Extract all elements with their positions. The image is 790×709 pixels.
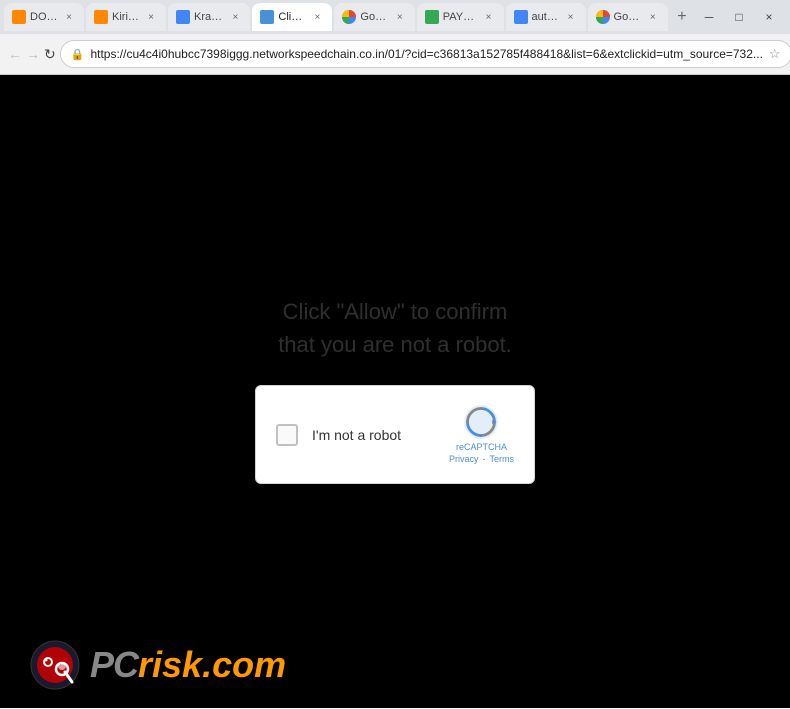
close-button[interactable]: ×: [756, 7, 782, 27]
recaptcha-privacy-link[interactable]: Privacy: [449, 454, 479, 466]
tab-2-close[interactable]: ×: [144, 10, 158, 24]
tab-8[interactable]: Googl... ×: [588, 3, 668, 31]
recaptcha-container: I'm not a robot reCAPTCHA Privacy -: [255, 385, 535, 484]
bottom-branding: PCrisk.com: [30, 640, 286, 690]
tab-7[interactable]: auto-l... ×: [506, 3, 586, 31]
bookmark-icon[interactable]: ☆: [769, 46, 781, 62]
recaptcha-logo-icon: [463, 404, 499, 440]
faint-line-2: that you are not a robot.: [278, 328, 512, 361]
pcrisk-pc-text: PC: [90, 644, 138, 685]
faint-message: Click "Allow" to confirm that you are no…: [278, 295, 512, 361]
pcrisk-risk-text: risk.com: [138, 644, 286, 685]
tab-2[interactable]: KirisT... ×: [86, 3, 166, 31]
forward-button[interactable]: →: [26, 40, 40, 68]
faint-line-1: Click "Allow" to confirm: [278, 295, 512, 328]
address-bar[interactable]: 🔒 https://cu4c4i0hubcc7398iggg.networksp…: [60, 40, 790, 68]
recaptcha-inner: I'm not a robot reCAPTCHA Privacy -: [276, 404, 514, 465]
tab-5-favicon: [342, 10, 356, 24]
tab-3-close[interactable]: ×: [228, 10, 242, 24]
tab-7-label: auto-l...: [532, 11, 560, 23]
tab-4-close[interactable]: ×: [310, 10, 324, 24]
window-controls: ─ □ ×: [696, 7, 786, 27]
tab-4-label: Click ^: [278, 11, 306, 23]
tab-5-close[interactable]: ×: [393, 10, 407, 24]
tab-3-label: Kraver...: [194, 11, 224, 23]
tab-6[interactable]: PAYME... ×: [417, 3, 504, 31]
tab-5[interactable]: Googl... ×: [334, 3, 414, 31]
recaptcha-separator: -: [483, 454, 486, 466]
tab-6-label: PAYME...: [443, 11, 478, 23]
browser-chrome: DOW... × KirisT... × Kraver... × Click ^…: [0, 0, 790, 75]
recaptcha-checkbox[interactable]: [276, 424, 298, 446]
tab-3-favicon: [176, 10, 190, 24]
tab-4-active[interactable]: Click ^ ×: [252, 3, 332, 31]
new-tab-button[interactable]: +: [670, 3, 694, 31]
maximize-button[interactable]: □: [726, 7, 752, 27]
tab-1-label: DOW...: [30, 11, 58, 23]
nav-bar: ← → ↻ 🔒 https://cu4c4i0hubcc7398iggg.net…: [0, 34, 790, 74]
recaptcha-label: I'm not a robot: [312, 427, 435, 443]
reload-button[interactable]: ↻: [44, 40, 56, 68]
tab-5-label: Googl...: [360, 11, 388, 23]
tab-8-close[interactable]: ×: [646, 10, 660, 24]
tab-8-favicon: [596, 10, 610, 24]
tab-4-favicon: [260, 10, 274, 24]
tab-1[interactable]: DOW... ×: [4, 3, 84, 31]
tab-6-close[interactable]: ×: [482, 10, 496, 24]
pcrisk-logo-icon: [30, 640, 80, 690]
tab-3[interactable]: Kraver... ×: [168, 3, 250, 31]
tab-7-close[interactable]: ×: [564, 10, 578, 24]
tab-6-favicon: [425, 10, 439, 24]
recaptcha-brand: reCAPTCHA Privacy - Terms: [449, 442, 514, 465]
recaptcha-logo-area: reCAPTCHA Privacy - Terms: [449, 404, 514, 465]
tab-8-label: Googl...: [614, 11, 642, 23]
tab-1-favicon: [12, 10, 26, 24]
tab-2-label: KirisT...: [112, 11, 140, 23]
tab-1-close[interactable]: ×: [62, 10, 76, 24]
lock-icon: 🔒: [71, 48, 85, 61]
tab-2-favicon: [94, 10, 108, 24]
url-text[interactable]: https://cu4c4i0hubcc7398iggg.networkspee…: [90, 47, 762, 61]
recaptcha-terms-link[interactable]: Terms: [490, 454, 515, 466]
page-content: Click "Allow" to confirm that you are no…: [0, 75, 790, 708]
pcrisk-text-logo: PCrisk.com: [90, 644, 286, 686]
tab-7-favicon: [514, 10, 528, 24]
title-bar: DOW... × KirisT... × Kraver... × Click ^…: [0, 0, 790, 34]
back-button[interactable]: ←: [8, 40, 22, 68]
minimize-button[interactable]: ─: [696, 7, 722, 27]
